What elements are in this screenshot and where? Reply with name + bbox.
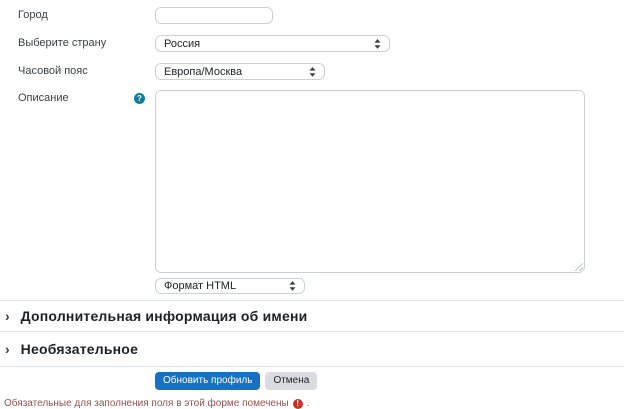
form-row-description: Описание ? — [0, 90, 624, 273]
format-select[interactable]: Формат HTML — [155, 278, 305, 294]
form-row-timezone: Часовой пояс Европа/Москва — [0, 63, 624, 80]
required-icon: ! — [293, 399, 303, 409]
divider — [0, 366, 624, 367]
section-header-name-info[interactable]: › Дополнительная информация об имени — [0, 300, 624, 331]
section-label: Необязательное — [21, 341, 138, 357]
form-actions: Обновить профиль Отмена — [155, 372, 624, 390]
help-icon[interactable]: ? — [134, 93, 145, 104]
description-label-col: Описание ? — [18, 90, 155, 107]
description-textarea-wrap — [155, 90, 585, 273]
country-label: Выберите страну — [18, 35, 106, 52]
country-select-value: Россия — [164, 38, 200, 50]
city-label: Город — [18, 7, 48, 24]
timezone-label: Часовой пояс — [18, 63, 88, 80]
update-profile-button[interactable]: Обновить профиль — [155, 372, 260, 390]
format-select-value: Формат HTML — [164, 280, 236, 292]
form-row-city: Город — [0, 7, 624, 24]
country-select[interactable]: Россия — [155, 35, 390, 52]
select-updown-icon — [374, 39, 381, 49]
description-textarea[interactable] — [155, 90, 585, 273]
format-row: Формат HTML — [155, 278, 624, 294]
description-label: Описание — [18, 90, 69, 107]
profile-edit-form: Город Выберите страну Россия Часовой поя… — [0, 0, 624, 406]
select-updown-icon — [289, 281, 296, 291]
timezone-select[interactable]: Европа/Москва — [155, 63, 325, 80]
chevron-right-icon: › — [5, 309, 10, 323]
section-header-optional[interactable]: › Необязательное — [0, 331, 624, 366]
city-label-col: Город — [18, 7, 155, 24]
city-input[interactable] — [155, 7, 273, 24]
country-label-col: Выберите страну — [18, 35, 155, 52]
required-note-text: Обязательные для заполнения поля в этой … — [4, 398, 289, 409]
cancel-button[interactable]: Отмена — [265, 372, 317, 390]
timezone-select-value: Европа/Москва — [164, 66, 242, 78]
timezone-label-col: Часовой пояс — [18, 63, 155, 80]
chevron-right-icon: › — [5, 342, 10, 356]
required-note-suffix: . — [307, 398, 310, 409]
required-fields-note: Обязательные для заполнения поля в этой … — [0, 398, 624, 409]
section-label: Дополнительная информация об имени — [21, 308, 308, 324]
form-row-country: Выберите страну Россия — [0, 35, 624, 52]
select-updown-icon — [309, 67, 316, 77]
